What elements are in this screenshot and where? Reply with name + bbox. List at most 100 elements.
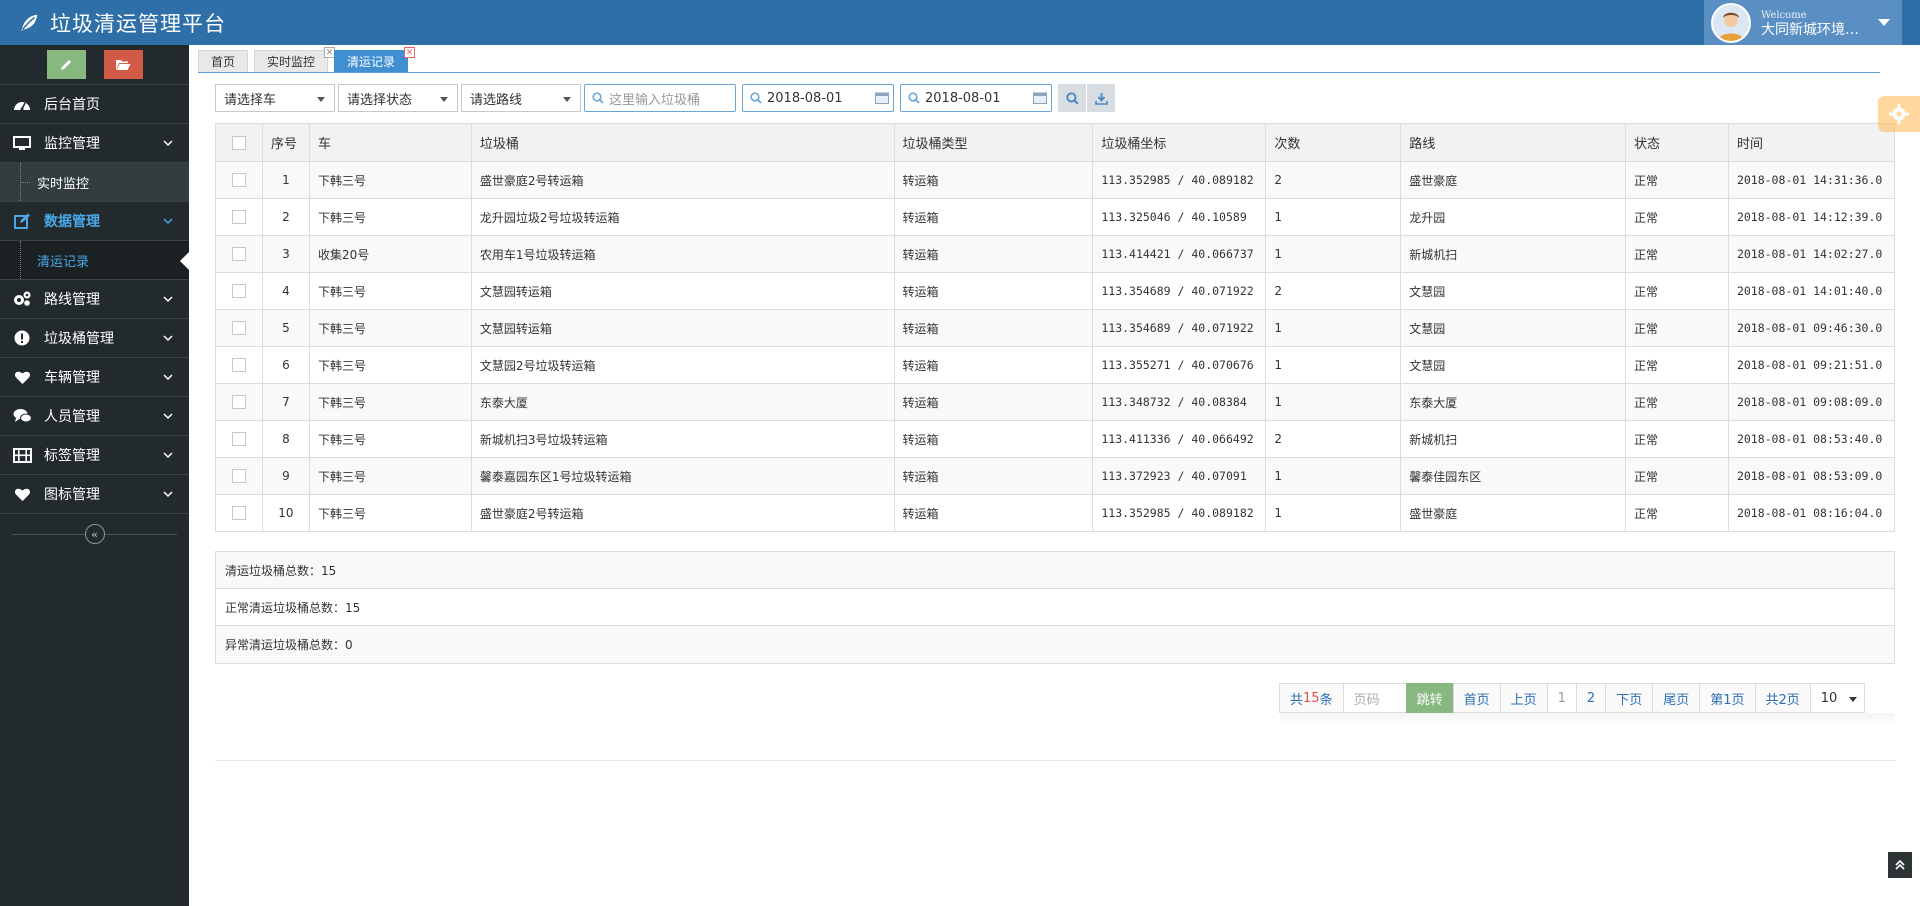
column-header[interactable]: 序号 [261,123,310,162]
next-page-button[interactable]: 下页 [1605,683,1654,713]
table-cell: 下韩三号 [308,309,472,347]
scroll-top-button[interactable] [1888,852,1912,878]
sidebar-item-icons[interactable]: 图标管理 [0,475,189,514]
desktop-icon [11,135,33,151]
table-row[interactable]: 8 下韩三号 新城机扫3号垃圾转运箱 转运箱 113.411336 / 40.06649… [215,420,1896,458]
prev-page-button[interactable]: 上页 [1499,683,1548,713]
sidebar-item-bins[interactable]: 垃圾桶管理 [0,319,189,358]
chevron-down-icon[interactable] [1878,19,1890,26]
table-row[interactable]: 1 下韩三号 盛世豪庭2号转运箱 转运箱 113.352985 / 40.089182 2… [215,161,1896,199]
calendar-icon[interactable] [875,92,889,104]
download-icon [1094,92,1108,105]
double-angle-left-icon[interactable]: « [84,524,105,544]
row-checkbox[interactable] [215,383,263,421]
bin-search-input[interactable]: 这里输入垃圾桶 [584,84,736,112]
tab-label: 实时监控 [267,55,316,69]
table-row[interactable]: 7 下韩三号 东泰大厦 转运箱 113.348732 / 40.08384 1 东泰大厦 正常… [215,383,1896,421]
row-checkbox[interactable] [215,161,263,199]
page-size-select[interactable]: 10 [1809,683,1865,713]
table-cell: 正常 [1625,309,1729,347]
table-row[interactable]: 5 下韩三号 文慧园转运箱 转运箱 113.354689 / 40.071922 1 文慧园… [215,309,1896,347]
last-page-button[interactable]: 尾页 [1652,683,1701,713]
page-number-input[interactable]: 页码 [1342,683,1407,713]
shortcut-edit-button[interactable] [46,50,86,79]
table-row[interactable]: 10 下韩三号 盛世豪庭2号转运箱 转运箱 113.352985 / 40.089182… [215,494,1896,532]
user-name: 大同新城环境… [1761,21,1859,38]
column-header[interactable]: 垃圾桶 [470,123,895,162]
table-cell: 盛世豪庭 [1400,494,1627,532]
brand[interactable]: 垃圾清运管理平台 [18,0,226,45]
sidebar-subitem-realtime-monitor[interactable]: 实时监控 [0,163,189,202]
search-button[interactable] [1058,84,1086,112]
table-cell: 1 [1265,235,1402,273]
table-cell: 正常 [1625,457,1729,495]
user-menu[interactable]: Welcome 大同新城环境… [1704,0,1902,45]
table-cell: 113.354689 / 40.071922 [1092,309,1267,347]
date-to-input[interactable]: 2018-08-01 [900,84,1052,112]
sidebar-item-label: 后台首页 [44,97,100,113]
bin-search-placeholder: 这里输入垃圾桶 [609,92,701,108]
sidebar-shortcuts [0,45,189,85]
tab-home[interactable]: 首页 [198,50,249,72]
chevron-down-icon [163,491,173,498]
table-cell: 2018-08-01 09:46:30.0 [1727,309,1896,347]
table-row[interactable]: 6 下韩三号 文慧园2号垃圾转运箱 转运箱 113.355271 / 40.070676… [215,346,1896,384]
shortcut-folder-button[interactable] [103,50,143,79]
page-number-placeholder: 页码 [1353,692,1380,708]
table-row[interactable]: 9 下韩三号 馨泰嘉园东区1号垃圾转运箱 转运箱 113.372923 / 40.070… [215,457,1896,495]
sidebar: 后台首页 监控管理 实时监控 数据管理 清运记录 路线管理 垃圾桶管理 车辆管理… [0,45,190,906]
column-header[interactable]: 时间 [1727,123,1896,162]
sidebar-item-home[interactable]: 后台首页 [0,85,189,124]
close-icon[interactable]: ✕ [404,47,416,58]
sidebar-item-data[interactable]: 数据管理 [0,202,189,241]
sidebar-collapse-bar: « [0,514,189,554]
download-button[interactable] [1087,84,1115,112]
tab-records[interactable]: 清运记录 ✕ [334,47,416,72]
sidebar-item-label: 人员管理 [44,409,100,425]
table-row[interactable]: 2 下韩三号 龙升园垃圾2号垃圾转运箱 转运箱 113.325046 / 40.1058… [215,198,1896,236]
column-header[interactable]: 车 [308,123,472,162]
column-header[interactable]: 垃圾桶类型 [893,123,1094,162]
status-select[interactable]: 请选择状态 [338,84,458,112]
sidebar-item-vehicles[interactable]: 车辆管理 [0,358,189,397]
table-cell: 2018-08-01 14:31:36.0 [1727,161,1896,199]
pagination-total-count: 15 [1303,690,1320,706]
sidebar-item-tags[interactable]: 标签管理 [0,436,189,475]
sidebar-item-monitor[interactable]: 监控管理 [0,124,189,163]
page-2-button[interactable]: 2 [1575,683,1607,713]
column-header[interactable]: 路线 [1400,123,1627,162]
first-page-button[interactable]: 首页 [1452,683,1501,713]
row-checkbox[interactable] [215,420,263,458]
chevron-down-icon [163,452,173,459]
select-all-checkbox[interactable] [215,123,263,162]
vehicle-select[interactable]: 请选择车 [215,84,335,112]
column-header[interactable]: 垃圾桶坐标 [1092,123,1267,162]
filter-bar: 请选择车 请选择状态 请选路线 这里输入垃圾桶 2018-08-01 2018-… [215,84,1116,112]
calendar-icon[interactable] [1033,92,1047,104]
table-cell: 文慧园2号垃圾转运箱 [470,346,895,384]
table-cell: 2018-08-01 08:16:04.0 [1727,494,1896,532]
row-checkbox[interactable] [215,235,263,273]
column-header[interactable]: 次数 [1265,123,1402,162]
table-row[interactable]: 3 收集20号 农用车1号垃圾转运箱 转运箱 113.414421 / 40.06673… [215,235,1896,273]
settings-toggle-button[interactable] [1878,96,1920,132]
column-header[interactable]: 状态 [1625,123,1729,162]
sidebar-item-routes[interactable]: 路线管理 [0,280,189,319]
row-checkbox[interactable] [215,198,263,236]
table-row[interactable]: 4 下韩三号 文慧园转运箱 转运箱 113.354689 / 40.071922 2 文慧园… [215,272,1896,310]
row-checkbox[interactable] [215,272,263,310]
row-checkbox[interactable] [215,346,263,384]
route-select[interactable]: 请选路线 [461,84,581,112]
tab-realtime-monitor[interactable]: 实时监控 ✕ [254,47,336,72]
jump-button[interactable]: 跳转 [1405,683,1454,713]
row-checkbox[interactable] [215,309,263,347]
table-cell: 9 [261,457,310,495]
page-1-button[interactable]: 1 [1546,683,1577,713]
date-from-input[interactable]: 2018-08-01 [742,84,894,112]
row-checkbox[interactable] [215,457,263,495]
row-checkbox[interactable] [215,494,263,532]
table-cell: 东泰大厦 [470,383,895,421]
sidebar-item-personnel[interactable]: 人员管理 [0,397,189,436]
sidebar-subitem-records[interactable]: 清运记录 [0,241,190,280]
table-cell: 正常 [1625,494,1729,532]
